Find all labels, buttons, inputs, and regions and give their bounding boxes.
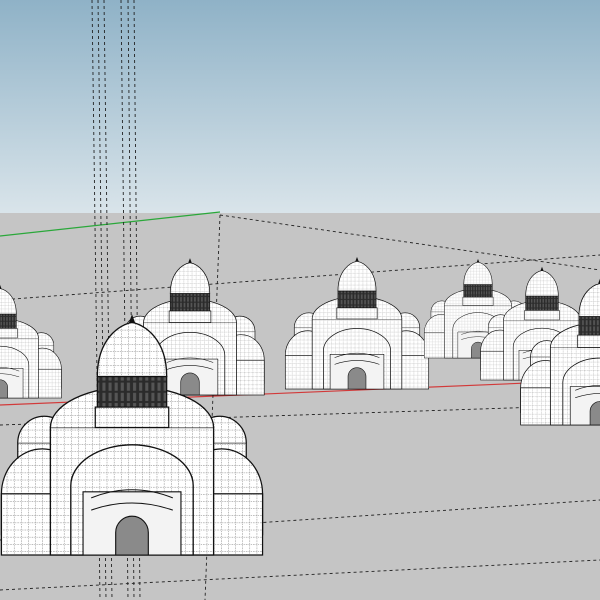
3d-scene[interactable]	[0, 0, 600, 600]
model-viewport[interactable]	[0, 0, 600, 600]
sky	[0, 0, 600, 213]
